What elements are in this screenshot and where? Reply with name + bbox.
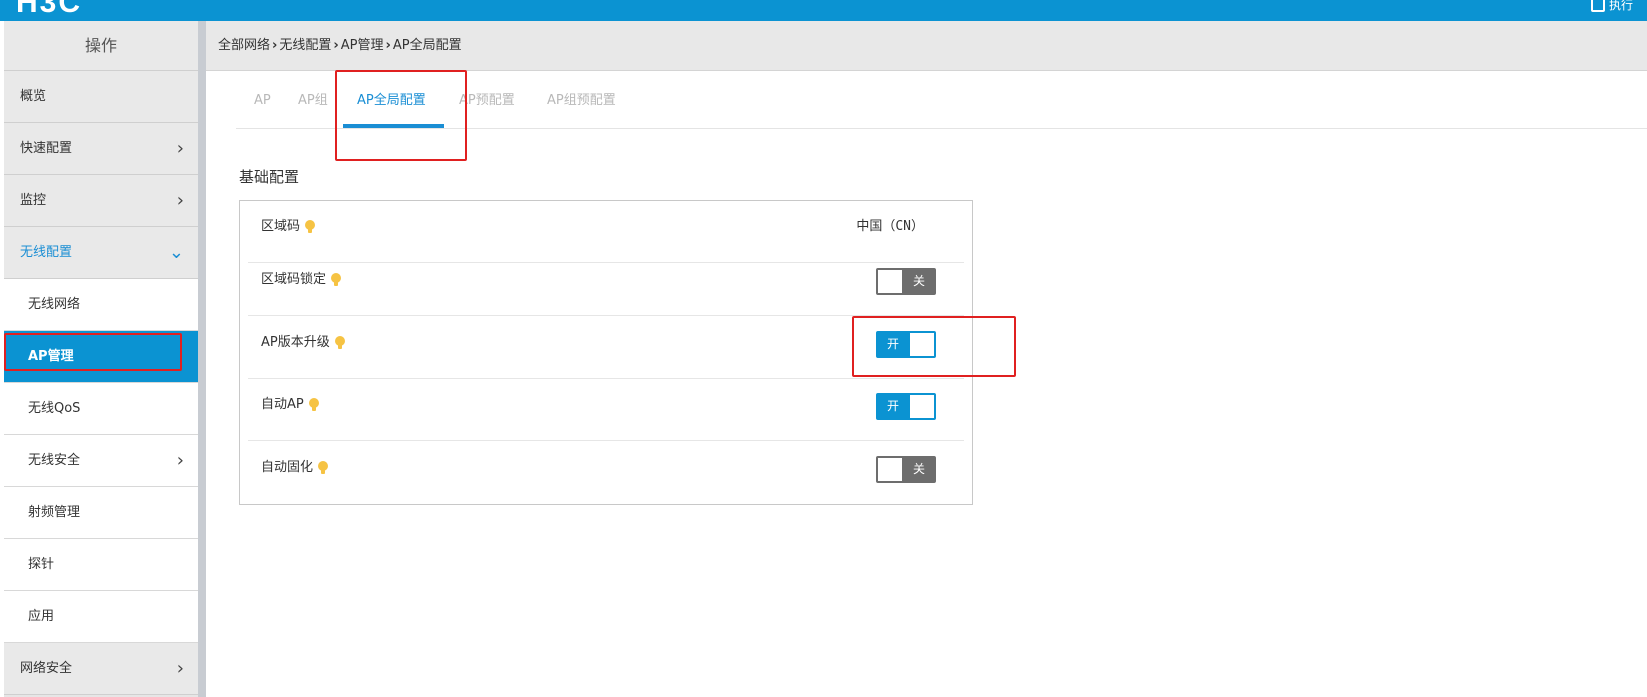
setting-label: 区域码锁定 (261, 272, 327, 287)
setting-label: AP版本升级 (261, 335, 330, 350)
setting-label: 区域码 (261, 219, 301, 234)
sidebar-item-label: 射频管理 (28, 505, 81, 520)
auto-ap-toggle[interactable]: 开 (876, 393, 936, 420)
highlight-box-active-tab (335, 70, 467, 161)
toggle-knob (878, 270, 902, 293)
sidebar-item-network-security[interactable]: 网络安全 › (4, 643, 198, 695)
tab-ap-group[interactable]: AP组 (298, 72, 328, 129)
sidebar-item-label: 快速配置 (20, 141, 73, 156)
sidebar-item-label: 监控 (20, 193, 47, 208)
sidebar-item-wireless-network[interactable]: 无线网络 (4, 279, 198, 331)
breadcrumb-item-all-networks[interactable]: 全部网络 (218, 38, 270, 53)
sidebar-item-label: 无线安全 (28, 453, 81, 468)
chevron-right-icon: › (176, 190, 184, 211)
chevron-down-icon: ⌄ (168, 242, 184, 263)
tab-ap[interactable]: AP (254, 72, 271, 129)
sidebar-item-label: 探针 (28, 557, 55, 572)
breadcrumb-item-ap-global-config: AP全局配置 (392, 38, 462, 53)
top-right-label: 执行 (1608, 0, 1633, 12)
highlight-box-ap-version-toggle (852, 316, 1016, 377)
sidebar-item-label: 无线QoS (28, 401, 81, 416)
toggle-knob (910, 395, 934, 418)
sidebar-item-label: 概览 (20, 89, 47, 104)
sidebar-item-overview[interactable]: 概览 (4, 71, 198, 123)
sidebar-scrollbar[interactable] (198, 21, 206, 697)
sidebar-item-wireless-qos[interactable]: 无线QoS (4, 383, 198, 435)
breadcrumb-separator: › (385, 38, 391, 53)
chevron-right-icon: › (176, 138, 184, 159)
toggle-state-label: 关 (912, 462, 925, 476)
toggle-knob (878, 458, 902, 481)
sidebar-item-quick-config[interactable]: 快速配置 › (4, 123, 198, 175)
brand-logo: H3C (16, 0, 83, 19)
chevron-right-icon: › (176, 450, 184, 471)
sidebar-item-application[interactable]: 应用 (4, 591, 198, 643)
breadcrumb-separator: › (333, 38, 339, 53)
breadcrumb-item-wireless-config[interactable]: 无线配置 (279, 38, 331, 53)
tab-ap-preconfig[interactable]: AP预配置 (459, 72, 515, 129)
sidebar-item-label: 无线配置 (20, 245, 73, 260)
breadcrumb: 全部网络 › 无线配置 › AP管理 › AP全局配置 (206, 21, 1647, 71)
setting-label: 自动AP (261, 397, 304, 412)
sidebar-item-wireless-security[interactable]: 无线安全 › (4, 435, 198, 487)
sidebar-item-rf-management[interactable]: 射频管理 (4, 487, 198, 539)
toggle-state-label: 开 (887, 399, 900, 413)
lightbulb-icon[interactable] (318, 461, 329, 475)
sidebar-item-label: 无线网络 (28, 297, 81, 312)
top-bar: H3C 执行 (0, 0, 1647, 21)
sidebar-item-monitor[interactable]: 监控 › (4, 175, 198, 227)
region-code-value: 中国（CN） (856, 219, 924, 234)
sidebar-item-label: 应用 (28, 609, 55, 624)
section-title: 基础配置 (239, 168, 300, 186)
chevron-right-icon: › (176, 658, 184, 679)
checkbox-icon (1590, 0, 1605, 12)
toggle-state-label: 关 (912, 274, 925, 288)
setting-row-auto-ap: 自动AP 开 (248, 379, 964, 441)
setting-row-auto-persist: 自动固化 关 (248, 442, 964, 504)
lightbulb-icon[interactable] (334, 336, 345, 350)
lightbulb-icon[interactable] (331, 273, 342, 287)
breadcrumb-item-ap-management[interactable]: AP管理 (341, 38, 384, 53)
setting-label: 自动固化 (261, 460, 314, 475)
sidebar-item-label: 网络安全 (20, 661, 73, 676)
auto-persist-toggle[interactable]: 关 (876, 456, 936, 483)
setting-row-region-code-lock: 区域码锁定 关 (248, 254, 964, 316)
lightbulb-icon[interactable] (305, 220, 316, 234)
highlight-box-ap-management (4, 333, 182, 371)
top-right-action[interactable]: 执行 (1590, 0, 1633, 13)
sidebar-title: 操作 (4, 21, 198, 71)
sidebar-item-wireless-config[interactable]: 无线配置 ⌄ (4, 227, 198, 279)
sidebar-item-probe[interactable]: 探针 (4, 539, 198, 591)
breadcrumb-separator: › (272, 38, 278, 53)
region-code-lock-toggle[interactable]: 关 (876, 268, 936, 295)
tab-ap-group-preconfig[interactable]: AP组预配置 (547, 72, 616, 129)
lightbulb-icon[interactable] (308, 398, 319, 412)
